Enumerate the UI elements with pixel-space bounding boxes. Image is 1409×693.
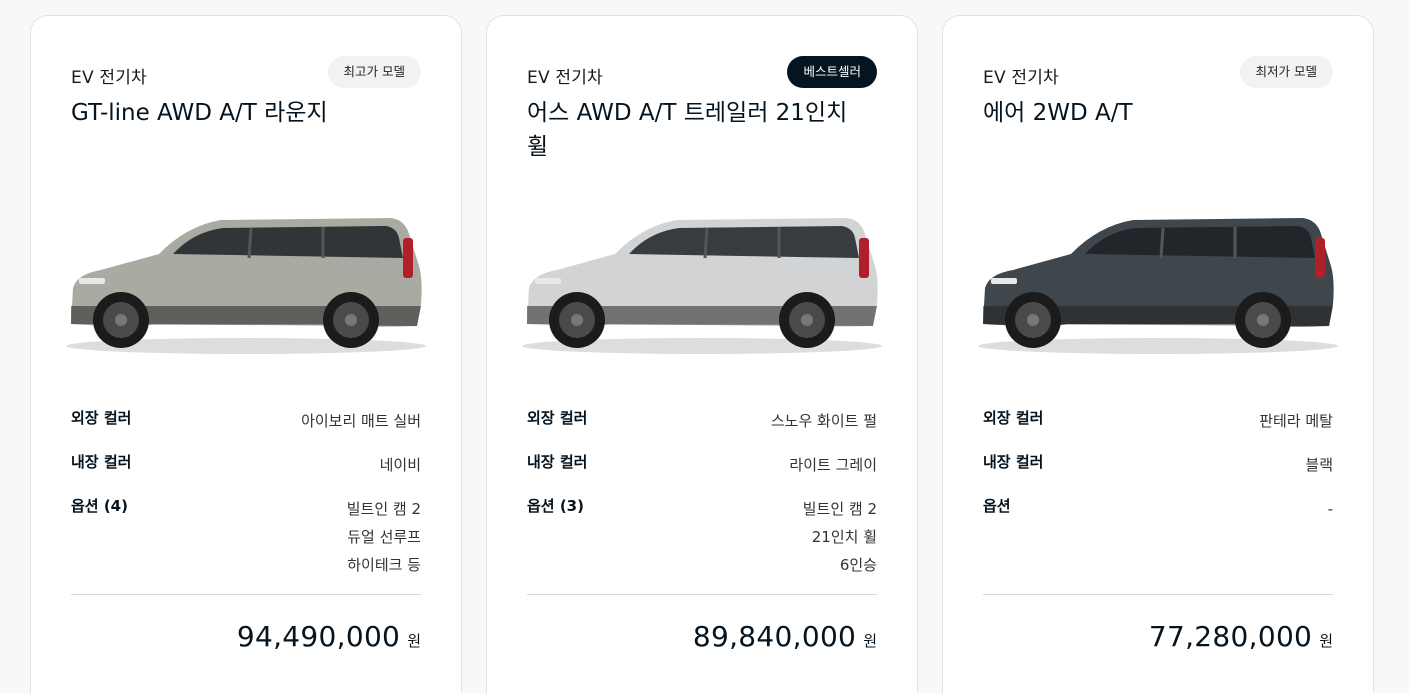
price-unit: 원 — [863, 632, 877, 650]
option-item: 빌트인 캠 2 — [346, 500, 421, 518]
option-item: 하이테크 등 — [347, 556, 421, 574]
exterior-color-value: 아이보리 매트 실버 — [301, 412, 421, 430]
model-card-3[interactable]: EV 전기차 최저가 모델 에어 2WD A/T 외장 컬러 판테라 메탈 내장… — [942, 15, 1374, 693]
interior-color-label: 내장 컬러 — [527, 453, 588, 471]
exterior-color-row: 외장 컬러 아이보리 매트 실버 — [71, 407, 421, 435]
options-row: 옵션 - — [983, 495, 1333, 523]
price-value: 89,840,000 — [692, 620, 857, 653]
divider — [983, 594, 1333, 595]
options-label: 옵션 (3) — [527, 497, 584, 515]
car-image — [522, 218, 882, 354]
options-label: 옵션 — [983, 497, 1011, 515]
price: 77,280,000 원 — [1149, 620, 1333, 653]
interior-color-label: 내장 컬러 — [71, 453, 132, 471]
category-label: EV 전기차 — [71, 68, 147, 88]
interior-color-row: 내장 컬러 라이트 그레이 — [527, 451, 877, 479]
options-list: 빌트인 캠 2 듀얼 선루프하이테크 등 — [347, 495, 421, 579]
option-item: 6인승 — [839, 556, 877, 574]
price-unit: 원 — [407, 632, 421, 650]
price-value: 77,280,000 — [1148, 620, 1313, 653]
exterior-color-label: 외장 컬러 — [983, 409, 1044, 427]
interior-color-label: 내장 컬러 — [983, 453, 1044, 471]
interior-color-row: 내장 컬러 블랙 — [983, 451, 1333, 479]
interior-color-value: 라이트 그레이 — [789, 456, 877, 474]
divider — [71, 594, 421, 595]
interior-color-value: 블랙 — [1305, 456, 1333, 474]
options-row: 옵션 (3) 빌트인 캠 2 21인치 휠 6인승 — [527, 495, 877, 579]
exterior-color-label: 외장 컬러 — [71, 409, 132, 427]
model-name: GT-line AWD A/T 라운지 — [71, 100, 328, 126]
divider — [527, 594, 877, 595]
model-badge: 최고가 모델 — [327, 56, 421, 88]
exterior-color-label: 외장 컬러 — [527, 409, 588, 427]
exterior-color-value: 스노우 화이트 펄 — [770, 412, 877, 430]
model-card-1[interactable]: EV 전기차 최고가 모델 GT-line AWD A/T 라운지 외장 컬러 … — [30, 15, 462, 693]
category-label: EV 전기차 — [983, 68, 1059, 88]
options-list: - — [1328, 495, 1333, 523]
model-badge: 최저가 모델 — [1239, 56, 1333, 88]
price: 89,840,000 원 — [693, 620, 877, 653]
exterior-color-row: 외장 컬러 판테라 메탈 — [983, 407, 1333, 435]
model-badge: 베스트셀러 — [787, 56, 877, 88]
exterior-color-row: 외장 컬러 스노우 화이트 펄 — [527, 407, 877, 435]
option-item: 빌트인 캠 2 — [802, 500, 877, 518]
options-row: 옵션 (4) 빌트인 캠 2 듀얼 선루프하이테크 등 — [71, 495, 421, 579]
category-label: EV 전기차 — [527, 68, 603, 88]
model-name: 어스 AWD A/T 트레일러 21인치 휠 — [527, 100, 848, 160]
exterior-color-value: 판테라 메탈 — [1259, 412, 1333, 430]
model-name: 에어 2WD A/T — [983, 100, 1133, 126]
options-label: 옵션 (4) — [71, 497, 128, 515]
option-item: - — [1327, 500, 1333, 518]
model-card-2[interactable]: EV 전기차 베스트셀러 어스 AWD A/T 트레일러 21인치 휠 외장 컬… — [486, 15, 918, 693]
interior-color-value: 네이비 — [379, 456, 421, 474]
car-image — [978, 218, 1338, 354]
options-list: 빌트인 캠 2 21인치 휠 6인승 — [803, 495, 877, 579]
price: 94,490,000 원 — [237, 620, 421, 653]
option-item: 듀얼 선루프 — [347, 528, 421, 546]
car-image — [66, 218, 426, 354]
price-value: 94,490,000 — [236, 620, 401, 653]
interior-color-row: 내장 컬러 네이비 — [71, 451, 421, 479]
option-item: 21인치 휠 — [811, 528, 877, 546]
price-unit: 원 — [1319, 632, 1333, 650]
